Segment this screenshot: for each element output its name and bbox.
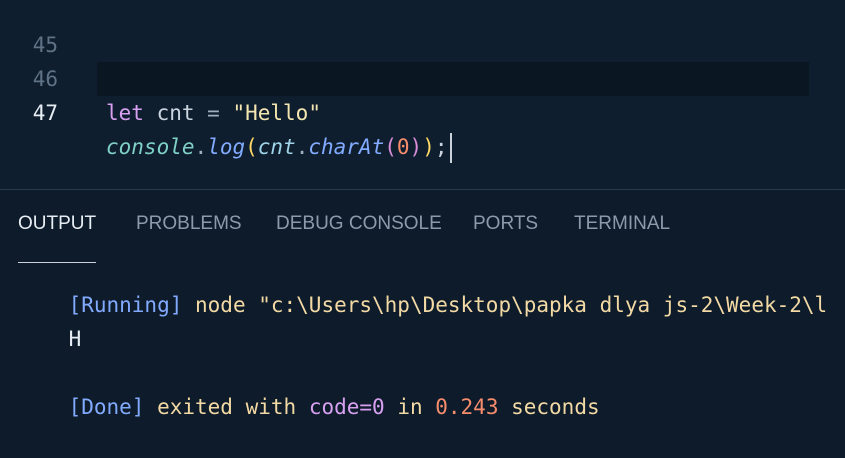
line-code[interactable]: let cnt = "Hello"	[106, 96, 321, 130]
tab-debug-console[interactable]: DEBUG CONSOLE	[276, 210, 442, 238]
code-token: )	[409, 135, 423, 159]
code-line-46[interactable]: 46 let cnt = "Hello"	[0, 28, 845, 125]
tab-output[interactable]: OUTPUT	[18, 210, 96, 238]
output-result: H	[68, 327, 82, 351]
code-token: cnt	[143, 101, 208, 125]
code-token: log	[207, 135, 246, 159]
tab-problems[interactable]: PROBLEMS	[136, 210, 242, 238]
running-tag: [Running]	[68, 293, 183, 317]
code-token: "Hello"	[232, 101, 321, 125]
output-running-line: [Running] node "c:\Users\hp\Desktop\papk…	[18, 254, 828, 317]
code-token: =	[207, 101, 220, 125]
done-tag: [Done]	[68, 395, 145, 419]
code-token: cnt	[257, 135, 296, 159]
text-cursor	[449, 133, 452, 163]
exit-code: code=0	[308, 395, 385, 419]
line-number-active: 47	[32, 101, 58, 125]
done-text: exited with	[144, 395, 309, 419]
code-token: .	[295, 135, 309, 159]
panel-tabs: OUTPUT PROBLEMS DEBUG CONSOLE PORTS TERM…	[0, 210, 845, 263]
code-line-45[interactable]: 45	[0, 0, 845, 57]
code-token: (	[245, 135, 258, 159]
code-token: console	[106, 135, 195, 159]
code-token: let	[106, 101, 144, 125]
done-text: seconds	[498, 395, 600, 419]
code-token: .	[194, 135, 208, 159]
tab-ports[interactable]: PORTS	[473, 210, 538, 238]
line-code[interactable]: console.log(cnt.charAt(0));	[106, 130, 452, 164]
bottom-panel: OUTPUT PROBLEMS DEBUG CONSOLE PORTS TERM…	[0, 189, 845, 419]
elapsed-time: 0.243	[435, 395, 499, 419]
tab-terminal[interactable]: TERMINAL	[574, 210, 670, 238]
code-editor[interactable]: 45 46 let cnt = "Hello" 47 console.log(c…	[0, 0, 845, 190]
code-token: (	[384, 135, 397, 159]
done-text: in	[384, 395, 436, 419]
code-token: charAt	[308, 135, 385, 159]
running-command: node "c:\Users\hp\Desktop\papka dlya js-…	[182, 293, 828, 317]
code-token: ;	[434, 135, 448, 159]
output-result-line: H	[18, 288, 82, 351]
code-token: )	[422, 135, 435, 159]
code-token: 0	[396, 135, 410, 159]
output-done-line: [Done] exited with code=0 in 0.243 secon…	[18, 356, 600, 419]
code-line-47[interactable]: 47 console.log(cnt.charAt(0));	[0, 62, 845, 163]
